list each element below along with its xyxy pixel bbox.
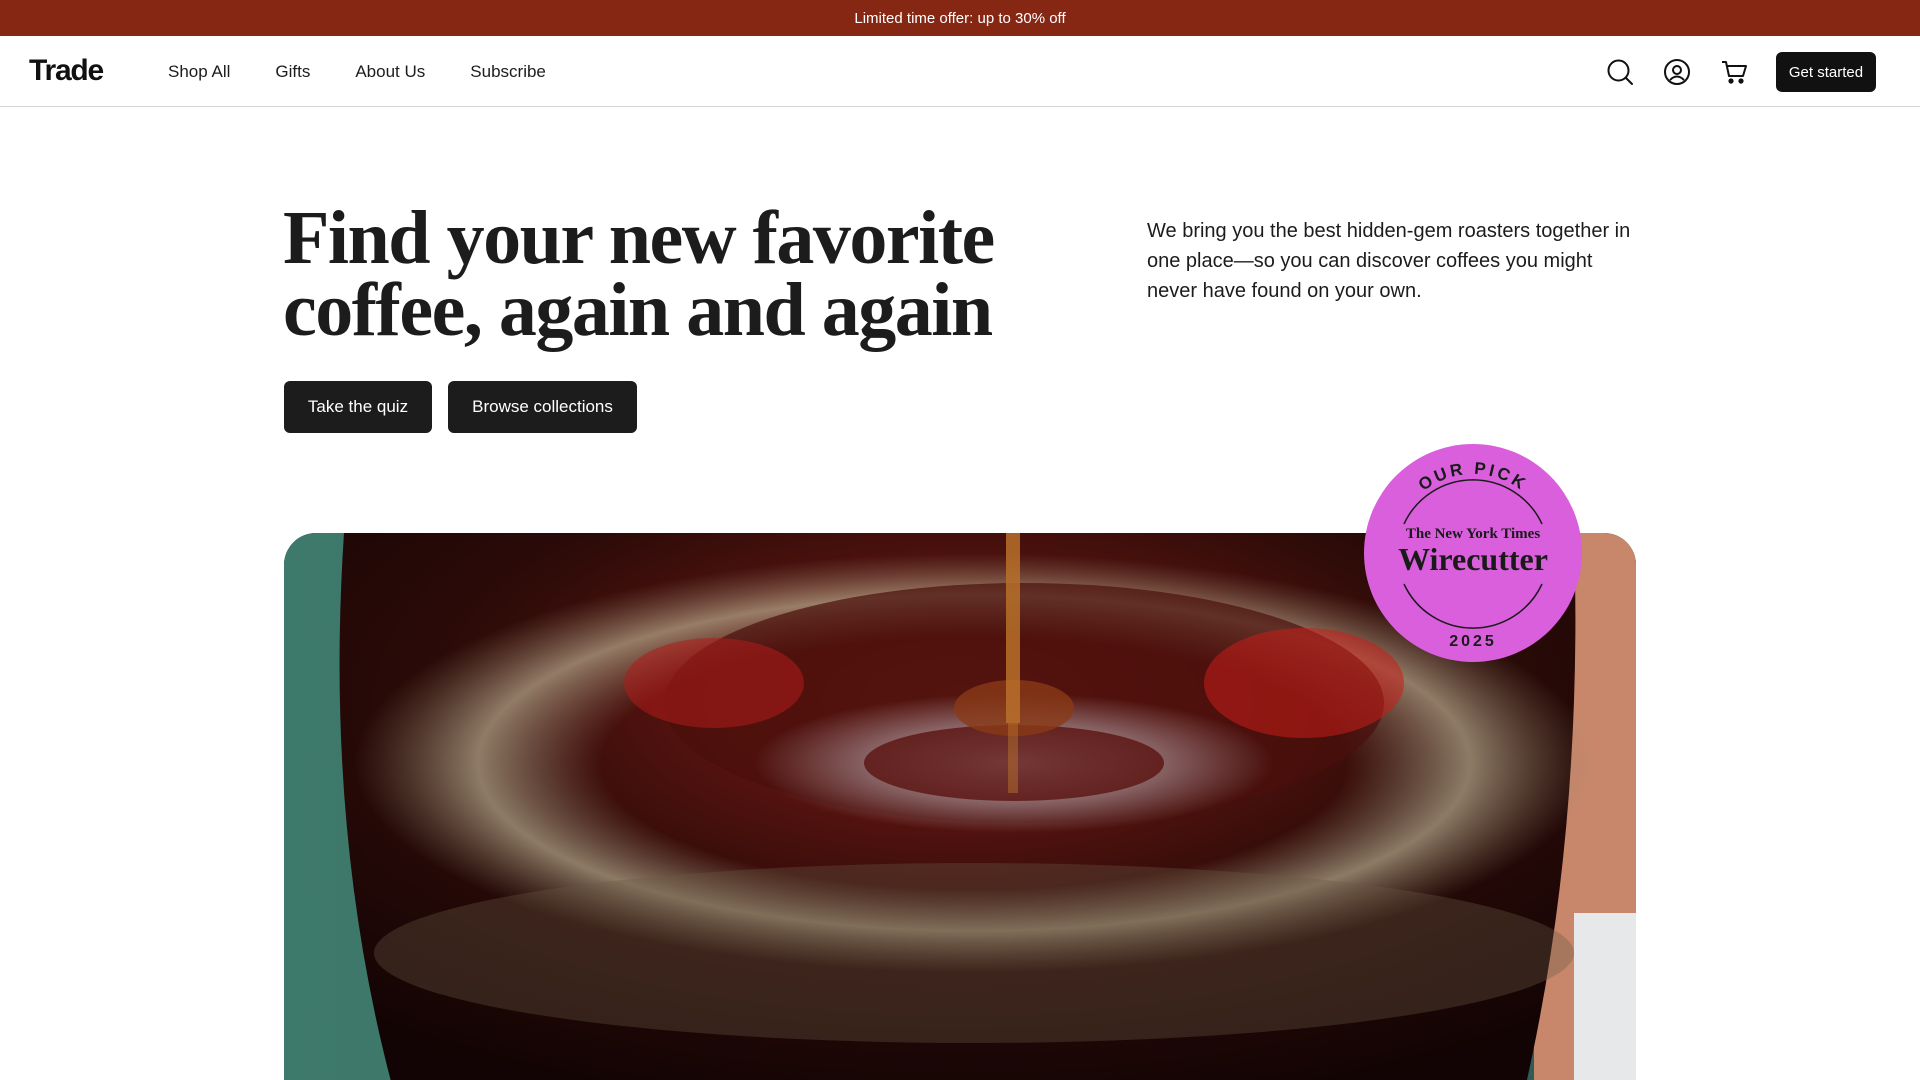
nav-link-gifts[interactable]: Gifts (275, 62, 310, 82)
search-icon[interactable] (1605, 57, 1635, 87)
promo-text: Limited time offer: up to 30% off (854, 9, 1066, 27)
hero-title: Find your new favorite coffee, again and… (283, 200, 1003, 348)
account-icon[interactable] (1662, 57, 1692, 87)
badge-year: 2025 (1449, 633, 1497, 650)
logo[interactable]: Trade (29, 54, 104, 88)
nav-link-subscribe[interactable]: Subscribe (470, 62, 546, 82)
get-started-button[interactable]: Get started (1776, 52, 1876, 92)
cart-icon[interactable] (1719, 57, 1749, 87)
hero-title-line-2: coffee, again and again (283, 268, 993, 352)
badge-brand: Wirecutter (1398, 541, 1548, 577)
badge-publisher: The New York Times (1406, 526, 1540, 542)
nav-link-shop-all[interactable]: Shop All (168, 62, 230, 82)
browse-collections-button[interactable]: Browse collections (448, 381, 637, 433)
promo-banner: Limited time offer: up to 30% off (0, 0, 1920, 36)
nav-links: Shop All Gifts About Us Subscribe (168, 36, 591, 107)
wirecutter-badge: OUR PICK The New York Times Wirecutter 2… (1364, 444, 1582, 662)
hero-description: We bring you the best hidden-gem roaster… (1147, 220, 1631, 302)
take-quiz-button[interactable]: Take the quiz (284, 381, 432, 433)
top-navigation: Trade Shop All Gifts About Us Subscribe … (0, 36, 1920, 107)
nav-link-about-us[interactable]: About Us (355, 62, 425, 82)
